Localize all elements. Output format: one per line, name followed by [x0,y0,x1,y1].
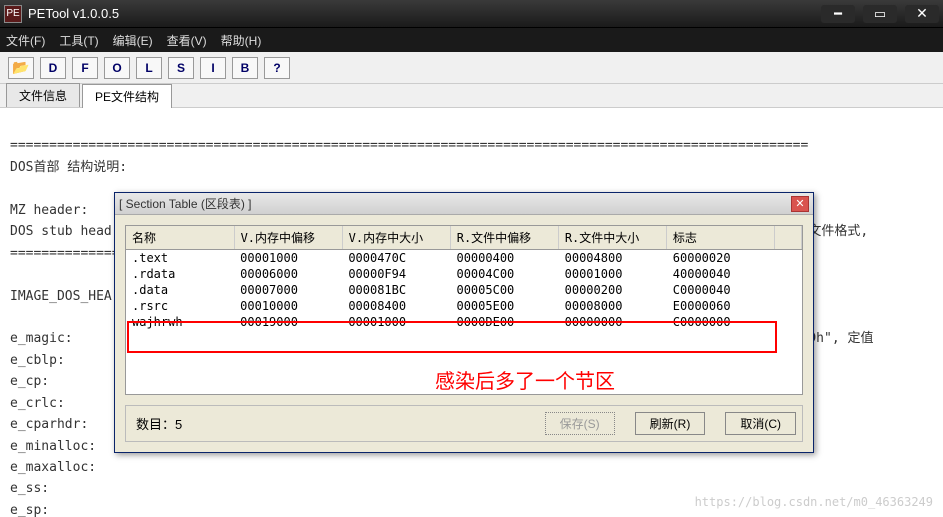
cell-name: wajhrwh [126,314,234,330]
cell-vsize: 00000F94 [342,266,450,282]
section-count: 数目：5 [136,414,182,433]
dialog-body: 名称 V.内存中偏移 V.内存中大小 R.文件中偏移 R.文件中大小 标志 .t… [115,215,813,452]
table-row[interactable]: .data 00007000 000081BC 00005C00 0000020… [126,282,802,298]
cell-vaddr: 00006000 [234,266,342,282]
content-line: e_sp: [10,503,49,517]
cell-name: .text [126,250,234,266]
tab-bar: 文件信息 PE文件结构 [0,84,943,108]
tab-pe-struct[interactable]: PE文件结构 [82,84,172,108]
close-button[interactable]: ✕ [905,5,939,23]
cell-vsize: 0000470C [342,250,450,266]
toolbar-d-button[interactable]: D [40,57,66,79]
dialog-title: [ Section Table (区段表) ] [119,195,791,212]
menu-view[interactable]: 查看(V) [167,32,207,49]
watermark-text: https://blog.csdn.net/m0_46363249 [695,493,933,513]
cell-name: .rsrc [126,298,234,314]
dialog-titlebar[interactable]: [ Section Table (区段表) ] ✕ [115,193,813,215]
window-titlebar: PE PETool v1.0.0.5 ━ ▭ ✕ [0,0,943,28]
content-line: MZ header: [10,203,88,218]
col-flags[interactable]: 标志 [666,226,774,250]
cell-raddr: 00005C00 [450,282,558,298]
toolbar-b-button[interactable]: B [232,57,258,79]
menu-file[interactable]: 文件(F) [6,32,45,49]
app-icon: PE [4,5,22,23]
cell-rsize: 00004800 [559,250,667,266]
cell-vsize: 000081BC [342,282,450,298]
cell-flags: E0000060 [667,298,775,314]
content-line: e_ss: [10,481,49,496]
cancel-button[interactable]: 取消(C) [725,412,796,435]
toolbar-o-button[interactable]: O [104,57,130,79]
menu-edit[interactable]: 编辑(E) [113,32,153,49]
cell-flags: 40000040 [667,266,775,282]
content-line: DOS stub head [10,224,112,239]
cell-name: .data [126,282,234,298]
cell-vaddr: 00007000 [234,282,342,298]
cell-vaddr: 00001000 [234,250,342,266]
content-line: e_cparhdr: [10,417,88,432]
cell-raddr: 00005E00 [450,298,558,314]
save-button: 保存(S) [545,412,615,435]
cell-flags: 60000020 [667,250,775,266]
table-row[interactable]: .text 00001000 0000470C 00000400 0000480… [126,250,802,266]
content-line: IMAGE_DOS_HEA [10,289,112,304]
cell-name: .rdata [126,266,234,282]
cell-rsize: 00000000 [559,314,667,330]
refresh-button[interactable]: 刷新(R) [635,412,706,435]
cell-rsize: 00001000 [559,266,667,282]
content-line: e_maxalloc: [10,460,96,475]
col-rsize[interactable]: R.文件中大小 [558,226,666,250]
content-line: e_cblp: [10,353,65,368]
section-table-dialog: [ Section Table (区段表) ] ✕ 名称 V.内存中偏移 V.内… [114,192,814,453]
menu-bar: 文件(F) 工具(T) 编辑(E) 查看(V) 帮助(H) [0,28,943,52]
window-controls: ━ ▭ ✕ [821,5,939,23]
content-line: e_minalloc: [10,439,96,454]
content-line: ========================================… [10,138,808,153]
toolbar: 📂 D F O L S I B ? [0,52,943,84]
col-scroll [774,226,801,250]
table-row[interactable]: wajhrwh 00019000 00001000 0000DE00 00000… [126,314,802,330]
cell-flags: C0000000 [667,314,775,330]
cell-raddr: 0000DE00 [450,314,558,330]
content-line: e_cp: [10,374,49,389]
cell-vaddr: 00019000 [234,314,342,330]
cell-flags: C0000040 [667,282,775,298]
col-name[interactable]: 名称 [126,226,234,250]
dialog-footer: 数目：5 保存(S) 刷新(R) 取消(C) [125,405,803,442]
cell-vaddr: 00010000 [234,298,342,314]
window-title: PETool v1.0.0.5 [28,6,821,21]
cell-vsize: 00001000 [342,314,450,330]
toolbar-i-button[interactable]: I [200,57,226,79]
maximize-button[interactable]: ▭ [863,5,897,23]
cell-raddr: 00000400 [450,250,558,266]
cell-rsize: 00000200 [559,282,667,298]
col-raddr[interactable]: R.文件中偏移 [450,226,558,250]
minimize-button[interactable]: ━ [821,5,855,23]
content-line: DOS首部 结构说明: [10,160,127,175]
cell-rsize: 00008000 [559,298,667,314]
menu-help[interactable]: 帮助(H) [221,32,262,49]
toolbar-s-button[interactable]: S [168,57,194,79]
toolbar-help-button[interactable]: ? [264,57,290,79]
table-row[interactable]: .rsrc 00010000 00008400 00005E00 0000800… [126,298,802,314]
open-file-button[interactable]: 📂 [8,57,34,79]
cell-vsize: 00008400 [342,298,450,314]
col-vsize[interactable]: V.内存中大小 [342,226,450,250]
dialog-close-button[interactable]: ✕ [791,196,809,212]
section-table[interactable]: 名称 V.内存中偏移 V.内存中大小 R.文件中偏移 R.文件中大小 标志 .t… [125,225,803,395]
toolbar-f-button[interactable]: F [72,57,98,79]
toolbar-l-button[interactable]: L [136,57,162,79]
content-line: e_magic: [10,331,73,346]
tab-file-info[interactable]: 文件信息 [6,83,80,107]
menu-tool[interactable]: 工具(T) [59,32,98,49]
col-vaddr[interactable]: V.内存中偏移 [234,226,342,250]
table-row[interactable]: .rdata 00006000 00000F94 00004C00 000010… [126,266,802,282]
content-line: e_crlc: [10,396,65,411]
cell-raddr: 00004C00 [450,266,558,282]
